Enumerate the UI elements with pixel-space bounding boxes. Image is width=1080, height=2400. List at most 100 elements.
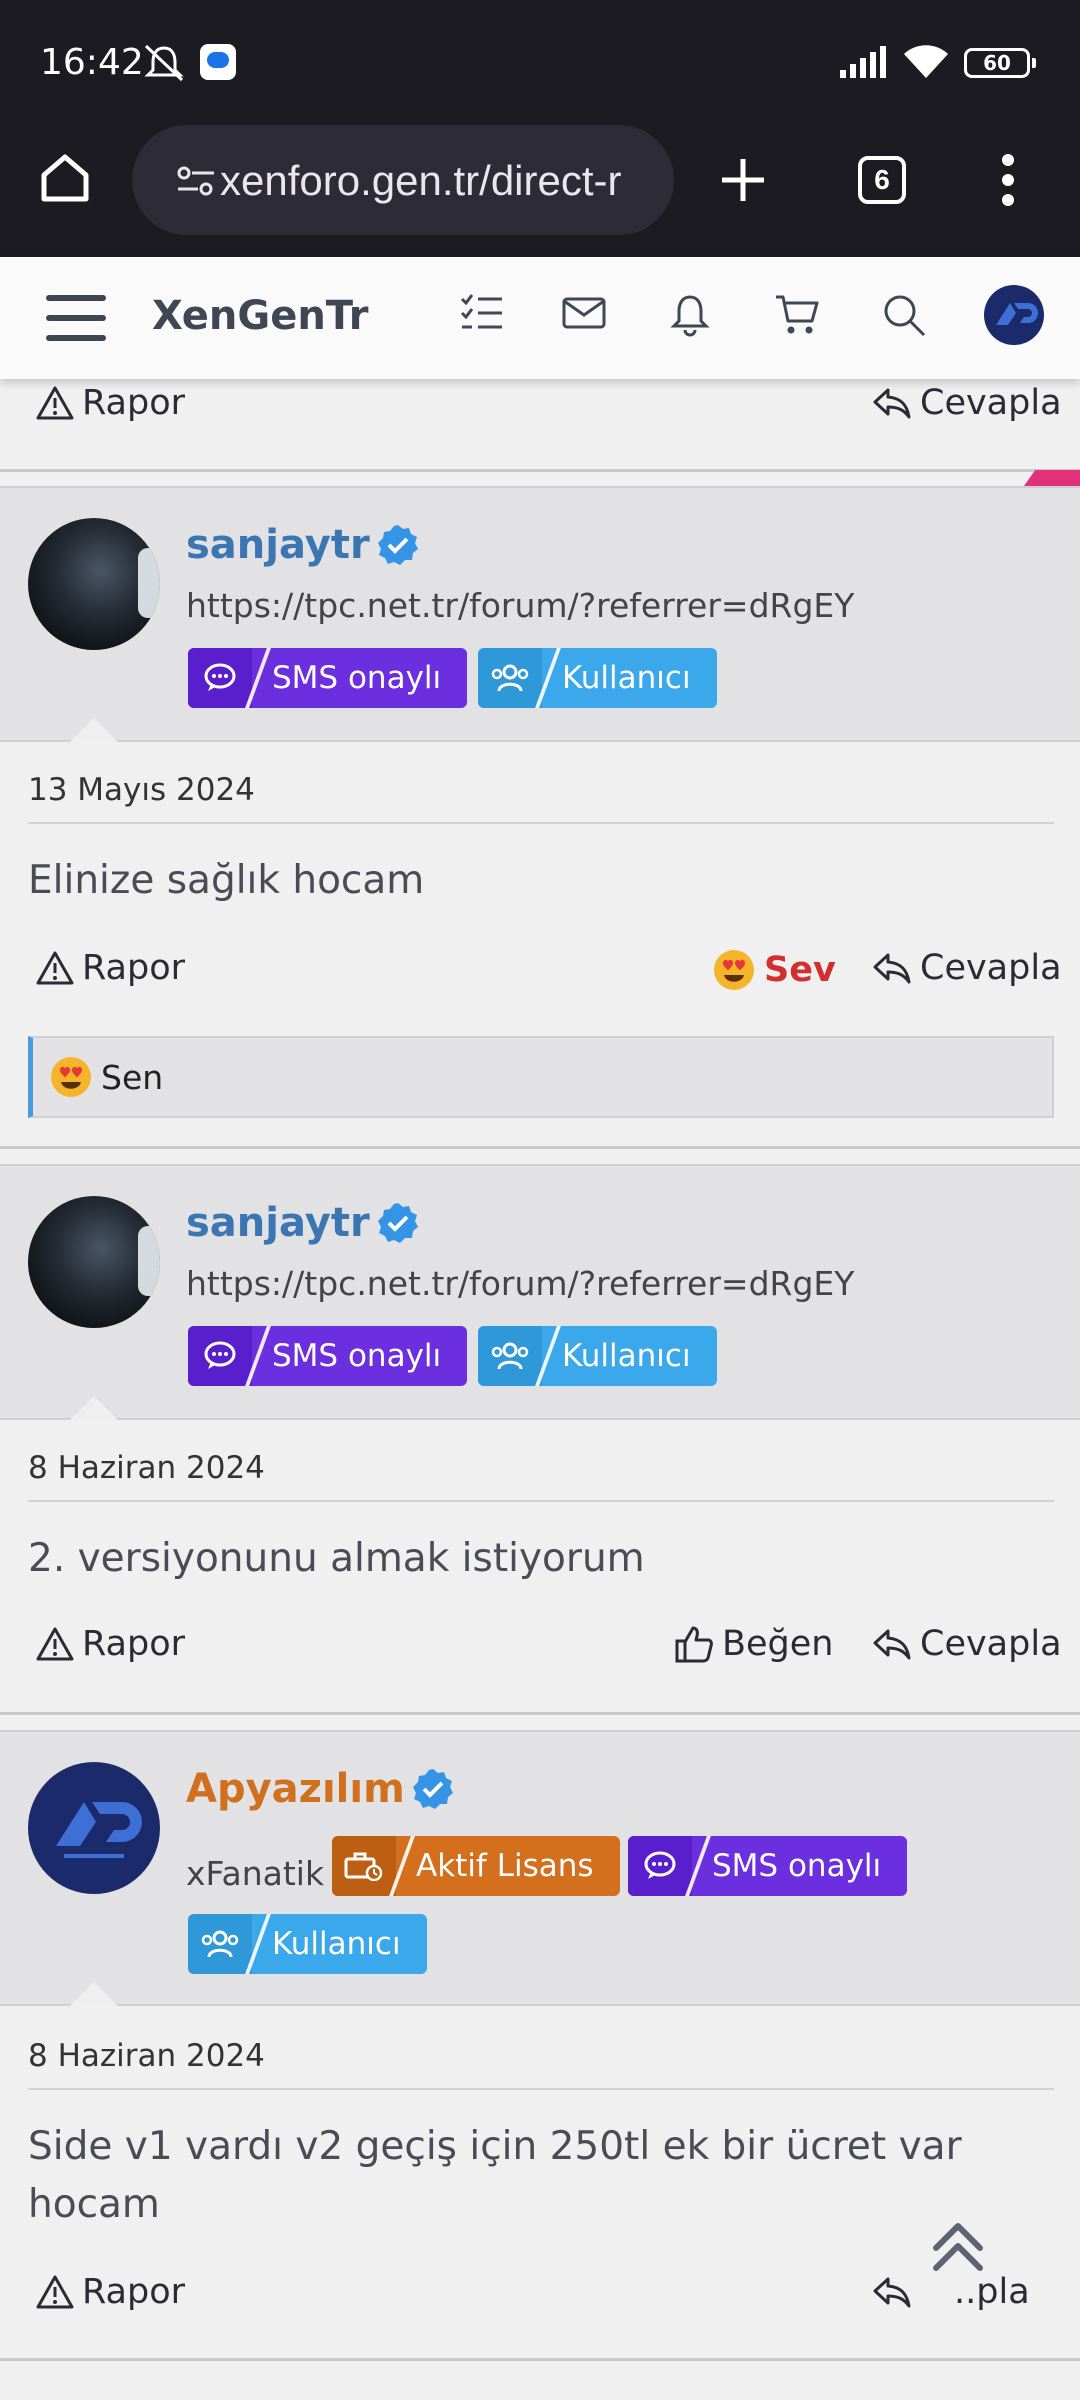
reply-label: Cevapla <box>920 383 1062 423</box>
user-badge: Kullanıcı <box>478 648 717 708</box>
users-icon <box>478 648 542 708</box>
report-button[interactable]: Rapor <box>36 383 185 423</box>
wifi-icon <box>902 44 950 84</box>
username-link[interactable]: sanjaytr <box>186 1200 420 1246</box>
chat-icon <box>188 648 252 708</box>
user-badge: Kullanıcı <box>478 1326 717 1386</box>
post-date-divider <box>28 2088 1054 2090</box>
badge-label: Aktif Lisans <box>416 1848 594 1884</box>
post-date-divider <box>28 1500 1054 1502</box>
reply-button[interactable]: Cevapla <box>872 948 1062 988</box>
heart-eyes-emoji-icon <box>714 950 754 990</box>
like-button[interactable]: Beğen <box>674 1624 833 1664</box>
post-pointer <box>70 1396 118 1420</box>
new-tab-icon[interactable] <box>718 155 768 209</box>
status-bar: 16:42 60 <box>0 0 1080 115</box>
report-label: Rapor <box>82 2272 186 2312</box>
envelope-icon[interactable] <box>562 293 606 337</box>
user-title: https://tpc.net.tr/forum/?referrer=dRgEY <box>186 1264 855 1303</box>
site-settings-icon[interactable] <box>176 165 216 201</box>
post-pointer <box>70 718 118 742</box>
tab-switcher-button[interactable]: 6 <box>858 156 906 204</box>
user-title: https://tpc.net.tr/forum/?referrer=dRgEY <box>186 586 855 625</box>
post-body: Side v1 vardı v2 geçiş için 250tl ek bir… <box>28 2124 962 2227</box>
reply-button[interactable]: Cevapla <box>872 383 1062 423</box>
clock: 16:42 <box>40 42 144 83</box>
chat-icon <box>188 1326 252 1386</box>
browser-toolbar: xenforo.gen.tr/direct-r 6 <box>0 115 1080 257</box>
badge-label: Kullanıcı <box>562 1338 691 1374</box>
username[interactable]: sanjaytr <box>186 1200 370 1246</box>
decorative-ribbon <box>1024 470 1080 486</box>
sms-verified-badge: SMS onaylı <box>188 648 468 708</box>
post-date[interactable]: 8 Haziran 2024 <box>28 2038 265 2074</box>
heart-eyes-emoji-icon <box>51 1057 91 1097</box>
badge-label: Kullanıcı <box>562 660 691 696</box>
license-clock-icon <box>332 1836 396 1896</box>
username[interactable]: Apyazılım <box>186 1766 405 1812</box>
reactions-summary[interactable]: Sen <box>101 1058 163 1097</box>
post-separator <box>0 1146 1080 1149</box>
post-separator <box>0 2358 1080 2361</box>
badge-label: SMS onaylı <box>712 1848 882 1884</box>
badge-label: SMS onaylı <box>272 660 442 696</box>
users-icon <box>478 1326 542 1386</box>
users-icon <box>188 1914 252 1974</box>
user-avatar[interactable] <box>28 1196 160 1328</box>
cart-icon[interactable] <box>774 293 820 341</box>
username-link[interactable]: sanjaytr <box>186 522 420 568</box>
post-user-header: sanjaytr https://tpc.net.tr/forum/?refer… <box>0 1164 1080 1420</box>
reply-label: Cevapla <box>920 948 1062 988</box>
badge-label: SMS onaylı <box>272 1338 442 1374</box>
scroll-to-top-icon[interactable] <box>928 2218 988 2282</box>
username[interactable]: sanjaytr <box>186 522 370 568</box>
site-header: XenGenTr <box>0 257 1080 379</box>
report-button[interactable]: Rapor <box>36 948 185 988</box>
post-body: Elinize sağlık hocam <box>28 858 425 903</box>
username-link[interactable]: Apyazılım <box>186 1766 455 1812</box>
love-label: Sev <box>764 950 836 990</box>
bell-icon[interactable] <box>670 293 710 341</box>
whats-new-icon[interactable] <box>460 293 504 337</box>
url-text[interactable]: xenforo.gen.tr/direct-r <box>220 157 660 205</box>
badge-label: Kullanıcı <box>272 1926 401 1962</box>
user-avatar[interactable] <box>28 518 160 650</box>
user-badge: Kullanıcı <box>188 1914 427 1974</box>
chat-icon <box>628 1836 692 1896</box>
post-pointer <box>70 1982 118 2006</box>
user-avatar[interactable] <box>28 1762 160 1894</box>
active-license-badge: Aktif Lisans <box>332 1836 620 1896</box>
messages-app-icon <box>200 44 236 80</box>
verified-icon <box>377 1203 418 1243</box>
post-date[interactable]: 8 Haziran 2024 <box>28 1450 265 1486</box>
sms-verified-badge: SMS onaylı <box>628 1836 908 1896</box>
report-label: Rapor <box>82 1624 186 1664</box>
reply-button[interactable]: Cevapla <box>872 1624 1062 1664</box>
post-separator <box>0 1712 1080 1715</box>
signal-icon <box>840 46 890 82</box>
love-reaction-button[interactable]: Sev <box>712 948 836 992</box>
address-bar[interactable]: xenforo.gen.tr/direct-r <box>132 125 674 235</box>
reactions-bar[interactable]: Sen <box>28 1036 1054 1118</box>
post-date[interactable]: 13 Mayıs 2024 <box>28 772 255 808</box>
thumbs-up-icon <box>675 1626 713 1663</box>
verified-icon <box>377 525 418 565</box>
search-icon[interactable] <box>882 293 926 341</box>
post-user-header: sanjaytr https://tpc.net.tr/forum/?refer… <box>0 486 1080 742</box>
report-button[interactable]: Rapor <box>36 1624 185 1664</box>
report-button[interactable]: Rapor <box>36 2272 185 2312</box>
verified-icon <box>412 1769 453 1809</box>
post-body: 2. versiyonunu almak istiyorum <box>28 1536 645 1581</box>
battery-indicator: 60 <box>964 48 1036 78</box>
sms-verified-badge: SMS onaylı <box>188 1326 468 1386</box>
home-icon[interactable] <box>36 149 94 211</box>
more-menu-icon[interactable] <box>1000 152 1016 212</box>
reply-label: Cevapla <box>920 1624 1062 1664</box>
account-avatar[interactable] <box>984 285 1044 345</box>
bell-off-icon <box>142 44 186 86</box>
post-date-divider <box>28 822 1054 824</box>
report-label: Rapor <box>82 948 186 988</box>
hamburger-menu-icon[interactable] <box>46 293 106 347</box>
site-logo[interactable]: XenGenTr <box>152 293 368 339</box>
like-label: Beğen <box>722 1624 834 1664</box>
